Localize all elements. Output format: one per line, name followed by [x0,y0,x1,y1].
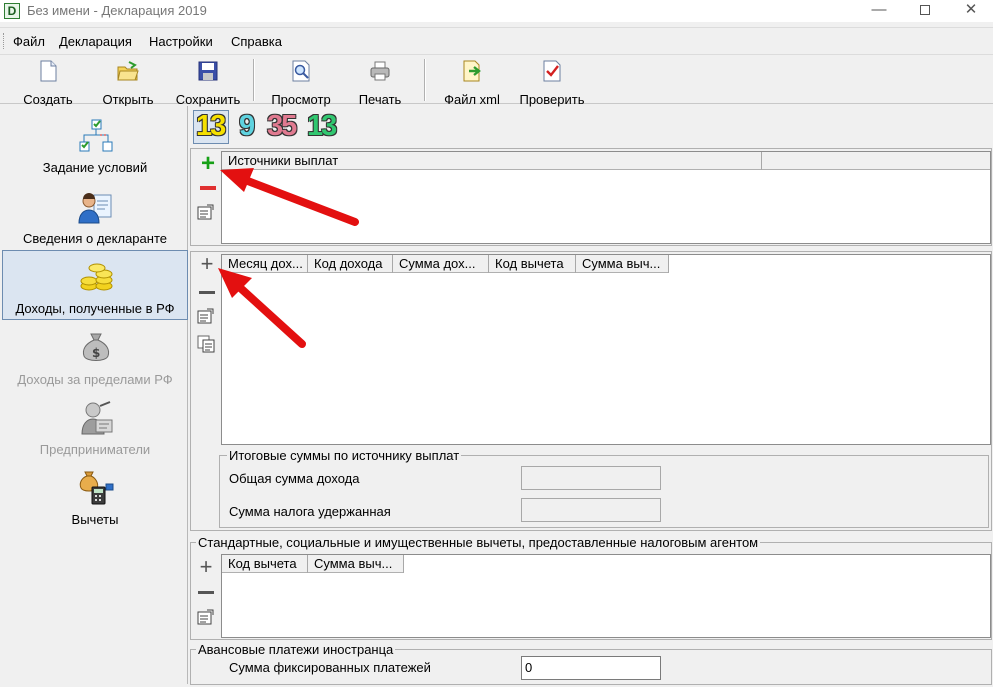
money-bag-icon: $ [82,333,110,361]
deductions-icon [79,471,114,505]
check-button[interactable]: Проверить [515,59,589,107]
print-button[interactable]: Печать [349,59,411,107]
maximize-button[interactable] [902,0,948,22]
remove-deduction-button[interactable] [195,581,217,603]
fixed-payments-label: Сумма фиксированных платежей [229,660,431,675]
annotation-arrow-icon [220,168,359,226]
rate-9-button[interactable]: 9 [239,110,255,142]
column-deduction-sum[interactable]: Сумма выч... [308,555,404,573]
menu-grip [3,33,6,49]
rate-13-second-button[interactable]: 13 [307,110,337,142]
deductions-grid-header: Код вычета Сумма выч... [222,555,404,573]
rate-13-button[interactable]: 13 [196,110,226,142]
toolbar: Создать Открыть Сохранить Просмотр Печат… [0,54,993,107]
title-bar: D Без имени - Декларация 2019 — ✕ [0,0,993,22]
maximize-icon [920,5,930,15]
declarant-icon [78,193,112,224]
coins-icon [80,263,113,291]
preview-button[interactable]: Просмотр [265,59,337,107]
create-button[interactable]: Создать [14,59,82,107]
printer-icon [370,61,390,81]
entrepreneur-icon [81,401,113,435]
sidebar-item-declarant[interactable]: Сведения о декларанте [2,181,188,251]
toolbar-separator [253,59,255,101]
preview-icon [292,60,310,82]
sidebar-item-entrepreneurs[interactable]: Предприниматели [2,392,188,462]
window-title: Без имени - Декларация 2019 [27,3,207,18]
floppy-disk-icon [198,61,218,81]
sidebar-item-deductions[interactable]: Вычеты [2,462,188,532]
open-folder-icon [117,61,139,81]
menu-help[interactable]: Справка [231,34,282,49]
add-deduction-button[interactable]: + [195,556,217,578]
menu-bar: Файл Декларация Настройки Справка [0,27,993,53]
income-grid[interactable]: Месяц дох... Код дохода Сумма дох... Код… [221,254,991,445]
rate-35-button[interactable]: 35 [267,110,297,142]
new-document-icon [40,60,57,82]
fixed-payments-field[interactable]: 0 [521,656,661,680]
minus-icon [198,591,214,594]
check-document-icon [543,60,561,82]
toolbar-separator [424,59,426,101]
sidebar: Задание условий Сведения о декларанте До… [2,106,188,684]
app-icon: D [4,3,20,19]
total-income-label: Общая сумма дохода [229,471,360,486]
xml-file-button[interactable]: Файл xml [438,59,506,107]
column-deduction-code[interactable]: Код вычета [222,555,308,573]
sidebar-item-conditions[interactable]: Задание условий [2,110,188,180]
menu-settings[interactable]: Настройки [149,34,213,49]
totals-title: Итоговые суммы по источнику выплат [227,448,462,463]
column-income-code[interactable]: Код дохода [308,255,393,273]
close-button[interactable]: ✕ [948,0,993,22]
open-button[interactable]: Открыть [94,59,162,107]
menu-declaration[interactable]: Декларация [59,34,132,49]
minimize-button[interactable]: — [856,0,902,22]
menu-file[interactable]: Файл [13,34,45,49]
column-deduction-code[interactable]: Код вычета [489,255,576,273]
annotation-arrow-icon [218,268,306,348]
advance-title: Авансовые платежи иностранца [196,642,396,657]
deductions-grid[interactable]: Код вычета Сумма выч... [221,554,991,638]
deductions-title: Стандартные, социальные и имущественные … [196,535,761,550]
conditions-icon [79,119,113,152]
total-tax-field [521,498,661,522]
xml-export-icon [463,60,481,82]
save-button[interactable]: Сохранить [172,59,244,107]
column-income-sum[interactable]: Сумма дох... [393,255,489,273]
sidebar-item-income-rf[interactable]: Доходы, полученные в РФ [2,250,188,320]
total-tax-label: Сумма налога удержанная [229,504,391,519]
svg-text:$: $ [92,346,100,360]
edit-deduction-button[interactable] [197,609,215,625]
sidebar-item-income-abroad[interactable]: $ Доходы за пределами РФ [2,322,188,392]
total-income-field [521,466,661,490]
column-deduction-sum[interactable]: Сумма выч... [576,255,669,273]
